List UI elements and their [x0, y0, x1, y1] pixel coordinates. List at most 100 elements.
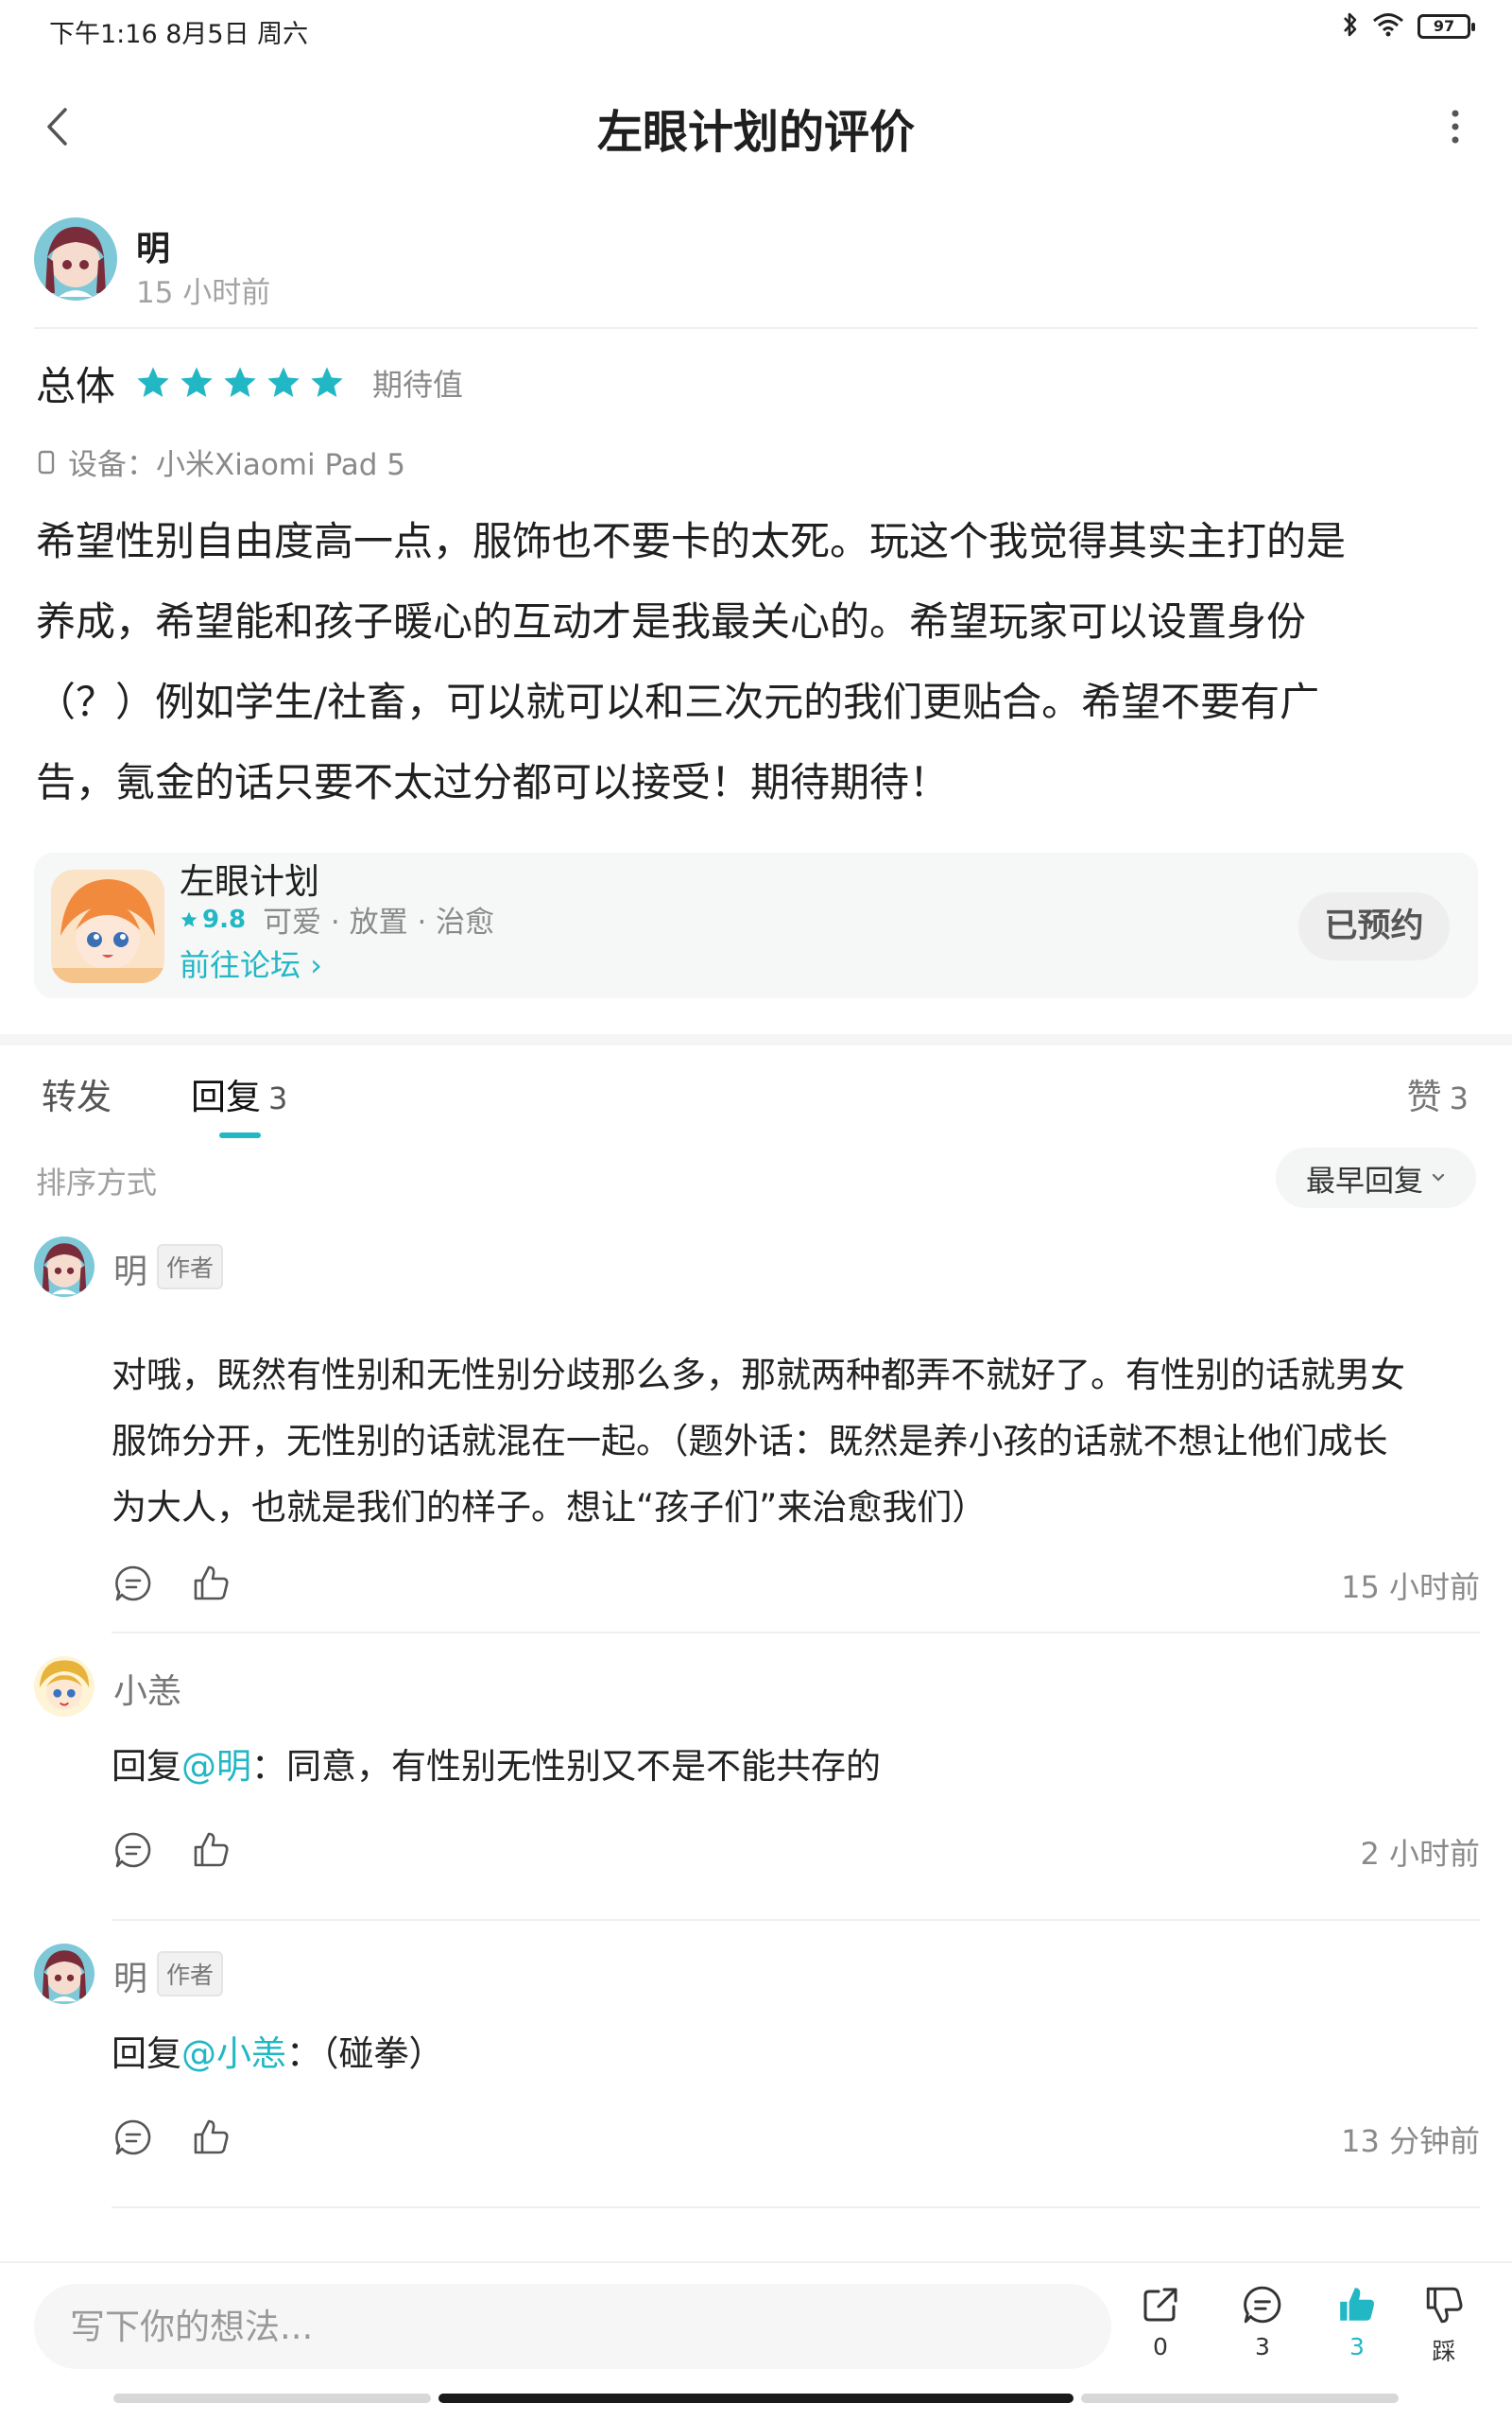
game-tags: 可爱 · 放置 · 治愈: [263, 906, 495, 940]
avatar[interactable]: [34, 1236, 94, 1297]
thumbs-down-icon: [1426, 2287, 1463, 2324]
divider: [112, 1919, 1480, 1921]
reply-author-name[interactable]: 明: [113, 1244, 147, 1293]
device-label: 设备：: [68, 448, 156, 482]
battery-icon: 97: [1418, 14, 1475, 39]
reply-line: 为大人，也就是我们的样子。想让“孩子们”来治愈我们）: [112, 1487, 988, 1528]
reply-author-name[interactable]: 小恙: [113, 1664, 181, 1713]
comment-icon[interactable]: [113, 1830, 153, 1870]
thumbs-up-filled-icon: [1340, 2288, 1375, 2321]
tab-reply[interactable]: 回复 3: [191, 1068, 287, 1119]
reply-time: 15 小时前: [1341, 1569, 1480, 1605]
scroll-track-right: [1081, 2394, 1399, 2403]
rating-row: 总体 期待值: [36, 354, 463, 411]
reply-content: ：同意，有性别无性别又不是不能共存的: [251, 1746, 881, 1787]
home-indicator[interactable]: [438, 2394, 1074, 2403]
share-button[interactable]: 0: [1123, 2284, 1198, 2360]
status-bar: 下午1:16 8月5日 周六 97: [0, 0, 1512, 60]
mention-link[interactable]: @小恙: [181, 2033, 286, 2074]
comment-button[interactable]: 3: [1225, 2284, 1300, 2360]
reply-time: 2 小时前: [1360, 1836, 1480, 1872]
tab-like[interactable]: 赞3: [1407, 1068, 1469, 1119]
active-tab-indicator: [219, 1132, 261, 1138]
game-icon: [51, 870, 164, 983]
dislike-label: 踩: [1432, 2338, 1456, 2365]
interaction-tabs: 转发 回复 3 赞3: [0, 1059, 1512, 1144]
review-body: 希望性别自由度高一点，服饰也不要卡的太死。玩这个我觉得其实主打的是 养成，希望能…: [36, 501, 1482, 822]
star-icon: [311, 367, 343, 397]
comment-count: 3: [1255, 2333, 1270, 2360]
reply-item: 小恙 回复@明：同意，有性别无性别又不是不能共存的 2 小时前: [34, 1656, 1480, 1921]
rating-tag: 期待值: [372, 367, 464, 403]
mention-link[interactable]: @明: [181, 1746, 251, 1787]
share-count: 0: [1153, 2333, 1168, 2360]
author-badge: 作者: [157, 1244, 224, 1289]
reply-actions: [113, 2118, 231, 2157]
tab-like-count: 3: [1449, 1080, 1469, 1116]
sort-selected: 最早回复: [1306, 1164, 1423, 1199]
status-icons: 97: [1342, 11, 1475, 42]
reply-text: 回复@明：同意，有性别无性别又不是不能共存的: [112, 1734, 1482, 1800]
star-icon: [180, 911, 198, 926]
device-name: 小米Xiaomi Pad 5: [156, 448, 406, 482]
status-time-date: 下午1:16 8月5日 周六: [49, 20, 309, 49]
reserved-button[interactable]: 已预约: [1298, 892, 1450, 960]
star-icon: [267, 367, 300, 397]
reply-text: 回复@小恙：（碰拳）: [112, 2021, 1482, 2087]
bluetooth-icon: [1342, 11, 1359, 42]
dislike-button[interactable]: 踩: [1406, 2284, 1482, 2367]
comment-icon[interactable]: [113, 1564, 153, 1603]
tablet-icon: [38, 450, 55, 474]
avatar[interactable]: [34, 217, 117, 301]
share-icon: [1143, 2288, 1177, 2322]
divider: [34, 327, 1478, 329]
divider: [112, 1632, 1480, 1634]
author-badge: 作者: [157, 1951, 224, 1996]
review-line: 养成，希望能和孩子暖心的互动才是我最关心的。希望玩家可以设置身份: [36, 598, 1307, 645]
tab-reply-label: 回复: [191, 1077, 261, 1117]
game-score-value: 9.8: [202, 905, 247, 934]
author-name[interactable]: 明: [136, 221, 170, 270]
star-icon: [224, 367, 256, 397]
more-vertical-icon: [1452, 110, 1459, 144]
reply-prefix: 回复: [112, 2033, 181, 2074]
thumbs-up-icon[interactable]: [191, 1564, 231, 1603]
wifi-icon: [1372, 12, 1404, 41]
comment-icon[interactable]: [113, 2118, 153, 2157]
reply-actions: [113, 1830, 231, 1870]
game-card[interactable]: 左眼计划 9.8 可爱 · 放置 · 治愈 前往论坛 › 已预约: [34, 853, 1478, 998]
page-title: 左眼计划的评价: [596, 106, 915, 159]
review-author: 明 15 小时前: [34, 214, 1480, 327]
review-line: 告，氪金的话只要不太过分都可以接受！期待期待！: [36, 759, 950, 805]
scroll-track-left: [113, 2394, 431, 2403]
game-meta: 9.8 可爱 · 放置 · 治愈: [180, 898, 494, 941]
reply-author-name[interactable]: 明: [113, 1951, 147, 2000]
reply-line: 对哦，既然有性别和无性别分歧那么多，那就两种都弄不就好了。有性别的话就男女: [112, 1355, 1405, 1395]
game-score: 9.8: [180, 906, 246, 934]
more-options-button[interactable]: [1427, 98, 1484, 155]
reply-text: 对哦，既然有性别和无性别分歧那么多，那就两种都弄不就好了。有性别的话就男女 服饰…: [112, 1342, 1482, 1541]
review-line: （？）例如学生/社畜，可以就可以和三次元的我们更贴合。希望不要有广: [36, 679, 1320, 725]
like-count: 3: [1349, 2333, 1365, 2360]
reply-prefix: 回复: [112, 1746, 181, 1787]
thumbs-up-icon[interactable]: [191, 2118, 231, 2157]
game-name: 左眼计划: [180, 861, 319, 902]
chevron-down-icon: [1432, 1173, 1445, 1182]
comment-icon: [1244, 2286, 1281, 2324]
avatar[interactable]: [34, 1944, 94, 2004]
forum-link[interactable]: 前往论坛 ›: [180, 942, 322, 985]
reply-actions: [113, 1564, 231, 1603]
rating-label: 总体: [36, 362, 116, 409]
thumbs-up-icon[interactable]: [191, 1830, 231, 1870]
tab-reply-count: 3: [268, 1080, 288, 1116]
avatar[interactable]: [34, 1656, 94, 1717]
star-rating: [134, 364, 346, 402]
section-divider: [0, 1034, 1512, 1046]
star-icon: [137, 367, 169, 397]
tab-forward[interactable]: 转发: [42, 1068, 112, 1119]
tab-like-label: 赞: [1406, 1077, 1442, 1117]
sort-dropdown[interactable]: 最早回复: [1276, 1148, 1476, 1208]
reply-content: ：（碰拳）: [286, 2033, 444, 2074]
comment-input[interactable]: [34, 2284, 1111, 2369]
like-button[interactable]: 3: [1319, 2284, 1395, 2360]
